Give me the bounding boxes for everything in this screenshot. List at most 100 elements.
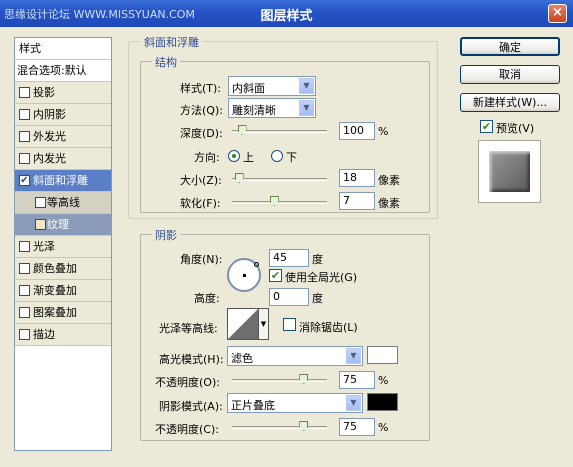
style-item-label: 纹理 bbox=[47, 218, 69, 231]
style-item-label: 图案叠加 bbox=[33, 306, 77, 319]
check-icon: ✔ bbox=[270, 269, 281, 282]
gloss-contour-preview[interactable] bbox=[227, 308, 259, 340]
depth-label: 深度(D): bbox=[180, 127, 223, 140]
technique-select[interactable]: 雕刻清晰 ▼ bbox=[228, 98, 316, 118]
style-item-label: 渐变叠加 bbox=[33, 284, 77, 297]
shadow-opacity-slider[interactable] bbox=[232, 426, 327, 429]
technique-select-value: 雕刻清晰 bbox=[232, 104, 276, 117]
style-item-checkbox[interactable] bbox=[19, 87, 30, 98]
highlight-mode-select[interactable]: 滤色 ▼ bbox=[227, 346, 363, 366]
style-item[interactable]: 纹理 bbox=[15, 214, 111, 236]
style-item-checkbox[interactable]: ✔ bbox=[19, 175, 30, 186]
style-item-label: 颜色叠加 bbox=[33, 262, 77, 275]
shadow-mode-value: 正片叠底 bbox=[231, 399, 275, 412]
style-select-value: 内斜面 bbox=[232, 82, 265, 95]
highlight-color-swatch[interactable] bbox=[367, 346, 398, 364]
structure-title: 结构 bbox=[152, 54, 180, 70]
shadow-opacity-label: 不透明度(C): bbox=[155, 423, 219, 436]
size-unit: 像素 bbox=[378, 174, 400, 187]
title-bar[interactable]: 思缘设计论坛 WWW.MISSYUAN.COM 图层样式 × bbox=[0, 0, 573, 27]
style-item-checkbox[interactable] bbox=[35, 197, 46, 208]
styles-list: 样式 混合选项:默认 投影 内阴影 外发光 内发光 ✔ 斜面和浮雕 等高线 纹理 光泽 颜色叠加渐… bbox=[14, 37, 112, 451]
direction-up-radio[interactable] bbox=[228, 150, 240, 162]
shadow-mode-label: 阴影模式(A): bbox=[159, 400, 223, 413]
style-item[interactable]: 光泽 bbox=[15, 236, 111, 258]
direction-down-label: 下 bbox=[286, 151, 297, 164]
anti-alias-label: 消除锯齿(L) bbox=[299, 321, 358, 334]
style-item-checkbox[interactable] bbox=[19, 285, 30, 296]
bevel-group-title: 斜面和浮雕 bbox=[141, 34, 202, 50]
altitude-unit: 度 bbox=[312, 292, 323, 305]
direction-label: 方向: bbox=[194, 151, 220, 164]
highlight-opacity-label: 不透明度(O): bbox=[155, 376, 220, 389]
angle-unit: 度 bbox=[312, 253, 323, 266]
chevron-down-icon: ▼ bbox=[299, 78, 314, 94]
soften-slider[interactable] bbox=[232, 201, 327, 204]
contour-curve-icon bbox=[228, 309, 258, 339]
cancel-button[interactable]: 取消 bbox=[460, 65, 560, 84]
shadow-mode-select[interactable]: 正片叠底 ▼ bbox=[227, 393, 363, 413]
style-item-checkbox[interactable] bbox=[19, 329, 30, 340]
altitude-input[interactable]: 0 bbox=[269, 288, 309, 306]
style-item[interactable]: 内阴影 bbox=[15, 104, 111, 126]
style-item-checkbox[interactable] bbox=[19, 153, 30, 164]
size-input[interactable]: 18 bbox=[339, 169, 375, 187]
style-item-label: 描边 bbox=[33, 328, 55, 341]
chevron-down-icon: ▼ bbox=[260, 320, 267, 328]
window-title: 图层样式 bbox=[260, 9, 313, 24]
style-item-checkbox[interactable] bbox=[19, 307, 30, 318]
gloss-contour-dropdown[interactable]: ▼ bbox=[259, 308, 269, 340]
shadow-color-swatch[interactable] bbox=[367, 393, 398, 411]
soften-label: 软化(F): bbox=[180, 197, 221, 210]
style-item-label: 光泽 bbox=[33, 240, 55, 253]
angle-dial[interactable] bbox=[227, 258, 261, 292]
style-item[interactable]: 渐变叠加 bbox=[15, 280, 111, 302]
soften-unit: 像素 bbox=[378, 197, 400, 210]
style-item-label: 内发光 bbox=[33, 152, 66, 165]
global-light-label: 使用全局光(G) bbox=[285, 271, 358, 284]
close-icon: × bbox=[552, 5, 563, 20]
direction-down-radio[interactable] bbox=[271, 150, 283, 162]
style-item-checkbox[interactable] bbox=[35, 219, 46, 230]
style-item[interactable]: 颜色叠加 bbox=[15, 258, 111, 280]
style-item[interactable]: 描边 bbox=[15, 324, 111, 346]
highlight-opacity-input[interactable]: 75 bbox=[339, 371, 375, 389]
direction-up-label: 上 bbox=[243, 151, 254, 164]
blend-options-item[interactable]: 混合选项:默认 bbox=[15, 60, 111, 82]
depth-input[interactable]: 100 bbox=[339, 122, 375, 140]
shadow-opacity-input[interactable]: 75 bbox=[339, 418, 375, 436]
style-item[interactable]: 图案叠加 bbox=[15, 302, 111, 324]
style-select[interactable]: 内斜面 ▼ bbox=[228, 76, 316, 96]
style-item[interactable]: 外发光 bbox=[15, 126, 111, 148]
size-slider[interactable] bbox=[232, 178, 327, 181]
angle-input[interactable]: 45 bbox=[269, 249, 309, 267]
soften-input[interactable]: 7 bbox=[339, 192, 375, 210]
style-item-checkbox[interactable] bbox=[19, 131, 30, 142]
chevron-down-icon: ▼ bbox=[346, 395, 361, 411]
size-label: 大小(Z): bbox=[180, 174, 222, 187]
style-item[interactable]: ✔ 斜面和浮雕 bbox=[15, 170, 111, 192]
check-icon: ✔ bbox=[481, 120, 492, 133]
style-item[interactable]: 等高线 bbox=[15, 192, 111, 214]
style-item-checkbox[interactable] bbox=[19, 241, 30, 252]
preview-swatch bbox=[489, 151, 530, 192]
highlight-opacity-unit: % bbox=[378, 374, 389, 387]
style-item[interactable]: 内发光 bbox=[15, 148, 111, 170]
style-item-checkbox[interactable] bbox=[19, 263, 30, 274]
preview-checkbox[interactable]: ✔ bbox=[480, 120, 493, 133]
highlight-opacity-slider[interactable] bbox=[232, 379, 327, 382]
blend-options-label: 混合选项:默认 bbox=[17, 64, 87, 77]
chevron-down-icon: ▼ bbox=[299, 100, 314, 116]
close-button[interactable]: × bbox=[548, 4, 567, 23]
style-item-label: 斜面和浮雕 bbox=[33, 174, 88, 187]
styles-header[interactable]: 样式 bbox=[15, 38, 111, 60]
style-item-checkbox[interactable] bbox=[19, 109, 30, 120]
style-item-label: 外发光 bbox=[33, 130, 66, 143]
new-style-button[interactable]: 新建样式(W)... bbox=[460, 93, 560, 112]
angle-label: 角度(N): bbox=[180, 253, 223, 266]
global-light-checkbox[interactable]: ✔ bbox=[269, 269, 282, 282]
ok-button[interactable]: 确定 bbox=[460, 37, 560, 56]
highlight-mode-value: 滤色 bbox=[231, 352, 253, 365]
anti-alias-checkbox[interactable] bbox=[283, 318, 296, 331]
style-item[interactable]: 投影 bbox=[15, 82, 111, 104]
